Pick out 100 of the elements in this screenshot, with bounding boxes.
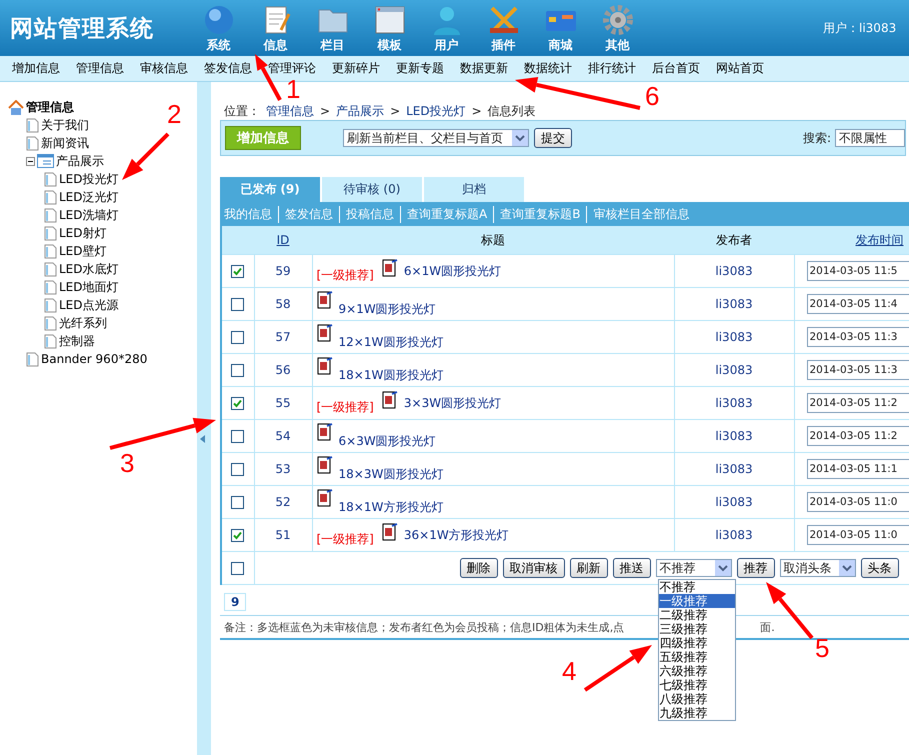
author-text: li3083 — [715, 429, 753, 443]
menu-link[interactable]: 增加信息 — [12, 60, 60, 77]
time-field[interactable]: 2014-03-05 11:0 — [806, 525, 909, 545]
menu-link[interactable]: 网站首页 — [716, 60, 764, 77]
action-button[interactable]: 取消审核 — [502, 558, 564, 578]
tree-title[interactable]: 管理信息 — [26, 98, 74, 116]
id-text: 54 — [275, 429, 291, 443]
page-number[interactable]: 9 — [224, 593, 246, 611]
author-text: li3083 — [715, 363, 753, 377]
refresh-select[interactable]: 刷新当前栏目、父栏目与首页 — [343, 129, 529, 147]
action-button[interactable]: 推送 — [612, 558, 650, 578]
tree-item[interactable]: LED泛光灯 — [59, 188, 119, 206]
breadcrumb-text: 位置： — [224, 102, 260, 120]
title-link[interactable]: 3×3W圆形投光灯 — [404, 394, 502, 412]
tree-item[interactable]: LED水底灯 — [59, 260, 119, 278]
action-button[interactable]: 删除 — [460, 558, 498, 578]
id-text: 59 — [275, 264, 291, 278]
time-field[interactable]: 2014-03-05 11:1 — [806, 459, 909, 479]
tree-item[interactable]: LED洗墙灯 — [59, 206, 119, 224]
user-label: 用户：li3083 — [823, 20, 898, 36]
submit-button[interactable]: 提交 — [534, 128, 572, 148]
time-field[interactable]: 2014-03-05 11:4 — [806, 294, 909, 314]
menu-link[interactable]: 排行统计 — [588, 60, 636, 77]
breadcrumb-separator: > — [320, 104, 330, 118]
nav-item[interactable]: 商城 — [532, 4, 589, 54]
author-text: li3083 — [715, 297, 753, 311]
tab[interactable]: 待审核 (0) — [322, 177, 422, 202]
time-field[interactable]: 2014-03-05 11:2 — [806, 426, 909, 446]
menu-link[interactable]: 更新碎片 — [332, 60, 380, 77]
breadcrumb-link[interactable]: 产品展示 — [336, 102, 384, 120]
tree-item[interactable]: LED地面灯 — [59, 278, 119, 296]
time-field[interactable]: 2014-03-05 11:2 — [806, 393, 909, 413]
menu-link[interactable]: 数据统计 — [524, 60, 572, 77]
nav-item[interactable]: 其他 — [589, 4, 646, 54]
title-link[interactable]: 18×1W圆形投光灯 — [338, 366, 444, 384]
title-link[interactable]: 18×1W方形投光灯 — [338, 498, 444, 516]
breadcrumb-text: 信息列表 — [488, 102, 536, 120]
menu-link[interactable]: 管理信息 — [76, 60, 124, 77]
recommend-select[interactable]: 不推荐 — [656, 559, 732, 577]
column-header[interactable]: ID — [254, 226, 312, 254]
column-header[interactable]: 发布时间 — [794, 226, 909, 254]
tree-item[interactable]: 控制器 — [59, 332, 95, 350]
menu-link[interactable]: 签发信息 — [204, 60, 252, 77]
nav-item[interactable]: 插件 — [475, 4, 532, 54]
column-header: 标题 — [312, 226, 674, 254]
tree-item[interactable]: 新闻资讯 — [41, 134, 89, 152]
title-link[interactable]: 9×1W圆形投光灯 — [338, 300, 436, 318]
tree-item[interactable]: 产品展示 — [56, 152, 104, 170]
title-link[interactable]: 12×1W圆形投光灯 — [338, 334, 444, 350]
title-link[interactable]: 36×1W方形投光灯 — [404, 526, 509, 544]
headline-select[interactable]: 取消头条 — [780, 559, 856, 577]
tree-item[interactable]: 光纤系列 — [59, 314, 107, 332]
nav-item[interactable]: 用户 — [418, 4, 475, 54]
author-text: li3083 — [715, 264, 753, 278]
nav-item[interactable]: 模板 — [361, 4, 418, 54]
tree-item[interactable]: Bannder 960*280 — [41, 352, 148, 366]
nav-item[interactable]: 栏目 — [304, 4, 361, 54]
breadcrumb-separator: > — [390, 104, 400, 118]
dropdown-option[interactable]: 一级推荐 — [658, 594, 734, 608]
annotation-number: 3 — [120, 452, 134, 476]
nav-item[interactable]: 系统 — [190, 4, 247, 54]
tree-item[interactable]: LED壁灯 — [59, 242, 107, 260]
id-text: 51 — [275, 528, 291, 542]
recommend-tag: [一级推荐] — [316, 266, 374, 284]
tree-item[interactable]: 关于我们 — [41, 116, 89, 134]
menu-link[interactable]: 数据更新 — [460, 60, 508, 77]
action-button[interactable]: 刷新 — [570, 558, 608, 578]
annotation-number: 2 — [167, 103, 182, 126]
tree-item[interactable]: LED射灯 — [59, 224, 107, 242]
menu-link[interactable]: 后台首页 — [652, 60, 700, 77]
note-text: 面. — [760, 620, 775, 634]
annotation-number: 5 — [815, 637, 830, 660]
breadcrumb-link[interactable]: 管理信息 — [266, 102, 314, 120]
search-label: 搜索: — [802, 130, 831, 146]
breadcrumb-link[interactable]: LED投光灯 — [406, 102, 466, 120]
id-text: 52 — [275, 495, 291, 509]
time-field[interactable]: 2014-03-05 11:3 — [806, 327, 909, 347]
recommend-button[interactable]: 推荐 — [736, 558, 774, 578]
annotation-number: 4 — [562, 660, 576, 684]
id-text: 55 — [275, 396, 291, 410]
time-field[interactable]: 2014-03-05 11:3 — [806, 360, 909, 380]
time-field[interactable]: 2014-03-05 11:0 — [806, 492, 909, 512]
menu-link[interactable]: 更新专题 — [396, 60, 444, 77]
tree-item[interactable]: LED投光灯 — [59, 170, 119, 188]
id-text: 53 — [275, 462, 291, 476]
menu-link[interactable]: 管理评论 — [268, 60, 316, 77]
menu-link[interactable]: 审核信息 — [140, 60, 188, 77]
author-text: li3083 — [715, 396, 753, 410]
tree-item[interactable]: LED点光源 — [59, 296, 119, 314]
title-link[interactable]: 18×3W圆形投光灯 — [338, 466, 444, 482]
title-link[interactable]: 6×1W圆形投光灯 — [404, 262, 502, 280]
search-select[interactable]: 不限属性 — [835, 129, 905, 147]
time-field[interactable]: 2014-03-05 11:5 — [806, 261, 909, 281]
author-text: li3083 — [715, 495, 753, 509]
headline-button[interactable]: 头条 — [860, 558, 898, 578]
nav-item[interactable]: 信息 — [247, 4, 304, 54]
recommend-tag: [一级推荐] — [316, 398, 374, 416]
title-link[interactable]: 6×3W圆形投光灯 — [338, 432, 436, 450]
column-header: 发布者 — [674, 226, 794, 254]
tab[interactable]: 归档 — [424, 177, 524, 202]
